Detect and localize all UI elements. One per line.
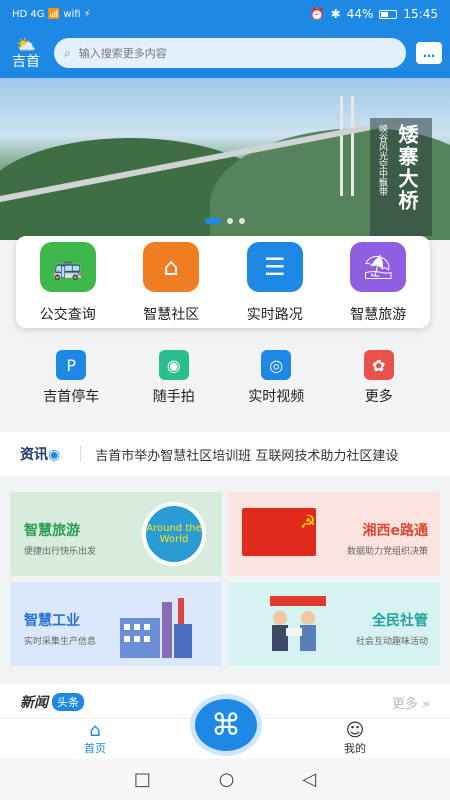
signal-icons: HD 4G 📶 wifi ⚡ (12, 8, 91, 20)
news-headline: 吉首市举办智慧社区培训班 互联网技术助力社区建设 (95, 448, 399, 464)
eye-icon: ◉ (48, 447, 61, 463)
service-label: 吉首停车 (43, 389, 100, 405)
service-snapshot[interactable]: ◉ 随手拍 (123, 350, 226, 414)
more-icon: ✿ (363, 350, 394, 380)
service-label: 随手拍 (152, 389, 195, 405)
service-label: 智慧社区 (143, 307, 200, 323)
tab-home[interactable]: ⌂ 首页 (50, 719, 140, 756)
feature-community-mgmt[interactable]: 全民社管 社会互动趣味活动 (228, 582, 440, 666)
carousel-dot (227, 218, 233, 224)
top-bar: ⛅ 吉首 ⌕ 输入搜索更多内容 … (0, 28, 450, 78)
service-video[interactable]: ◎ 实时视频 (225, 350, 328, 414)
weather-icon: ⛅ (16, 35, 36, 54)
service-traffic[interactable]: ☰ 实时路况 (223, 236, 327, 328)
search-input[interactable]: ⌕ 输入搜索更多内容 (54, 38, 406, 68)
headline-badge: 头条 (52, 693, 84, 711)
bridge-tower (340, 96, 354, 196)
service-tourism[interactable]: ⛱ 智慧旅游 (327, 236, 431, 328)
tab-label: 首页 (84, 741, 106, 755)
news-label: 新闻 (20, 695, 48, 711)
sub-services: P 吉首停车 ◉ 随手拍 ◎ 实时视频 ✿ 更多 (0, 350, 450, 414)
service-bus[interactable]: 🚌 公交查询 (16, 236, 120, 328)
main-services: 🚌 公交查询 ⌂ 智慧社区 ☰ 实时路况 ⛱ 智慧旅游 (16, 236, 430, 328)
service-label: 更多 (364, 389, 393, 405)
bus-icon: 🚌 (39, 242, 96, 292)
umbrella-icon: ⛱ (350, 242, 407, 292)
city-selector[interactable]: ⛅ 吉首 (8, 35, 44, 70)
status-bar: HD 4G 📶 wifi ⚡ ⏰ ✱ 44% 15:45 (0, 0, 450, 28)
feature-xiangxi-eroad[interactable]: ☭ 湘西e路通 数据助力党组织决策 (228, 492, 440, 576)
user-icon: ☺ (345, 719, 365, 741)
clock: 15:45 (403, 7, 438, 21)
camera-icon: ◉ (158, 350, 189, 380)
home-icon: ⌂ (143, 242, 200, 292)
people-illustration (270, 596, 326, 651)
search-icon: ⌕ (64, 45, 71, 60)
feature-industry[interactable]: 智慧工业 实时采集生产信息 (10, 582, 222, 666)
service-label: 公交查询 (39, 307, 96, 323)
tab-me[interactable]: ☺ 我的 (310, 719, 400, 756)
bluetooth-icon: ✱ (330, 7, 341, 21)
parking-icon: P (56, 350, 87, 380)
alarm-icon: ⏰ (309, 7, 325, 21)
banner-caption: 峡谷风光空中飘带 矮寨大桥 (370, 118, 432, 236)
tab-label: 我的 (344, 741, 366, 755)
service-label: 智慧旅游 (350, 307, 407, 323)
home-icon: ⌂ (89, 719, 101, 741)
chat-icon: … (423, 46, 435, 60)
service-community[interactable]: ⌂ 智慧社区 (120, 236, 224, 328)
search-placeholder: 输入搜索更多内容 (78, 47, 167, 60)
battery-percent: 44% (346, 7, 374, 21)
globe-illustration: Around the World (142, 502, 206, 566)
factory-illustration (120, 598, 192, 658)
carousel-dot (205, 218, 221, 224)
service-label: 实时路况 (246, 307, 303, 323)
traffic-light-icon: ☰ (246, 242, 303, 292)
home-nav-button[interactable]: ○ (219, 769, 235, 790)
news-tag-label: 资讯 (20, 447, 48, 463)
logo-icon: ⌘ (211, 707, 241, 743)
service-label: 实时视频 (248, 389, 305, 405)
message-button[interactable]: … (416, 42, 442, 64)
carousel-dot (239, 218, 245, 224)
recent-apps-button[interactable]: □ (134, 769, 151, 790)
carousel-dots (205, 218, 245, 224)
banner-subtitle: 峡谷风光空中飘带 (377, 124, 387, 196)
city-label: 吉首 (12, 54, 40, 70)
service-more[interactable]: ✿ 更多 (328, 350, 431, 414)
video-icon: ◎ (261, 350, 292, 380)
android-nav-bar: □ ○ ◁ (0, 758, 450, 800)
feature-tourism[interactable]: 智慧旅游 便捷出行快乐出发 Around the World (10, 492, 222, 576)
news-tag: 资讯◉ (20, 444, 60, 464)
banner-title: 矮寨大桥 (395, 124, 419, 212)
battery-icon (379, 9, 398, 19)
back-button[interactable]: ◁ (302, 769, 316, 790)
service-parking[interactable]: P 吉首停车 (20, 350, 123, 414)
feature-grid: 智慧旅游 便捷出行快乐出发 Around the World ☭ 湘西e路通 数… (10, 492, 440, 666)
banner-carousel[interactable]: 峡谷风光空中飘带 矮寨大桥 (0, 78, 450, 240)
more-link[interactable]: 更多 » (392, 693, 430, 712)
center-scan-button[interactable]: ⌘ (190, 694, 262, 756)
flag-illustration: ☭ (242, 508, 316, 556)
news-ticker[interactable]: 资讯◉ 吉首市举办智慧社区培训班 互联网技术助力社区建设 (0, 432, 450, 476)
